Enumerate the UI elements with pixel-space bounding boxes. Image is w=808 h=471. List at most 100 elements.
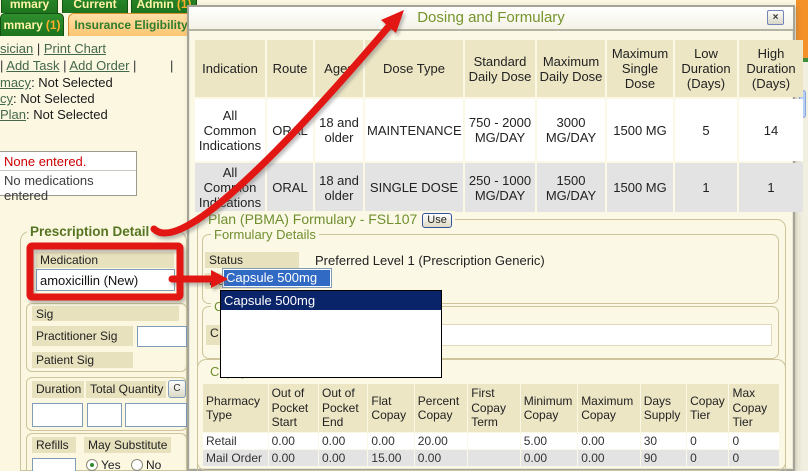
tab-label: Current bbox=[73, 0, 116, 11]
column-header: Maximum Single Dose bbox=[607, 40, 673, 97]
print-chart-link[interactable]: Print Chart bbox=[44, 41, 106, 56]
cell: SINGLE DOSE bbox=[365, 163, 463, 212]
cell: 0 bbox=[729, 450, 779, 466]
tab-insurance-eligibility[interactable]: Insurance Eligibility bbox=[68, 13, 194, 36]
cell: 1 bbox=[675, 163, 737, 212]
cell: 0 bbox=[729, 433, 779, 449]
use-button[interactable]: Use bbox=[422, 213, 452, 228]
allergy-status: cy: Not Selected bbox=[0, 91, 95, 106]
patient-sig-label: Patient Sig bbox=[32, 352, 133, 368]
column-header: Minimum Copay bbox=[521, 384, 577, 432]
cell: 1500 MG bbox=[607, 99, 673, 161]
column-header: Out of Pocket End bbox=[319, 384, 367, 432]
copay-table: Pharmacy TypeOut of Pocket StartOut of P… bbox=[202, 383, 780, 467]
cell bbox=[468, 450, 519, 466]
physician-link[interactable]: sician bbox=[0, 41, 33, 56]
duration-label: Duration bbox=[32, 381, 84, 398]
cell: 0.00 bbox=[269, 450, 318, 466]
status-value: Preferred Level 1 (Prescription Generic) bbox=[315, 253, 545, 268]
cell bbox=[468, 433, 519, 449]
cell: ORAL bbox=[267, 99, 313, 161]
tab-label: Admin bbox=[136, 0, 173, 11]
strength-dropdown-list: Capsule 500mg bbox=[220, 290, 442, 378]
radio-label: No bbox=[146, 458, 161, 471]
strength-combobox[interactable]: Capsule 500mg bbox=[222, 268, 332, 288]
column-header: Standard Daily Dose bbox=[465, 40, 535, 97]
cell: 15.00 bbox=[368, 450, 413, 466]
window-title: Dosing and Formulary bbox=[189, 7, 793, 29]
substitute-yes-radio[interactable]: Yes bbox=[86, 458, 121, 471]
total-quantity-label: Total Quantity bbox=[86, 381, 166, 398]
add-order-link[interactable]: Add Order bbox=[69, 58, 129, 73]
quantity-unit-input[interactable] bbox=[125, 403, 187, 427]
plan-formulary-legend: Plan (PBMA) Formulary - FSL107 Use bbox=[205, 211, 455, 228]
cell: Retail bbox=[203, 433, 268, 449]
tab-summary[interactable]: mmary (1) bbox=[0, 13, 64, 36]
cell: 250 - 1000 MG/DAY bbox=[465, 163, 535, 212]
alerts-box: None entered. No medications entered bbox=[0, 151, 137, 196]
prescription-detail-legend: Prescription Detail bbox=[27, 224, 152, 239]
column-header: Dose Type bbox=[365, 40, 463, 97]
practitioner-sig-input[interactable] bbox=[137, 326, 187, 347]
cell: 0 bbox=[687, 450, 728, 466]
close-icon[interactable]: × bbox=[767, 10, 784, 25]
cell: 0 bbox=[687, 433, 728, 449]
duration-input[interactable] bbox=[32, 403, 83, 427]
pharmacy-status: macy: Not Selected bbox=[0, 75, 113, 90]
may-substitute-label: May Substitute bbox=[84, 437, 171, 453]
cell: 90 bbox=[641, 450, 686, 466]
plan-formulary-title: Plan (PBMA) Formulary - FSL107 bbox=[208, 211, 417, 227]
tab-label: Insurance Eligibility bbox=[74, 18, 187, 32]
column-header: Maximum Daily Dose bbox=[537, 40, 605, 97]
add-task-link[interactable]: Add Task bbox=[6, 58, 59, 73]
dosing-table: IndicationRouteAgesDose TypeStandard Dai… bbox=[193, 38, 805, 214]
window-titlebar: Dosing and Formulary × bbox=[189, 7, 793, 31]
refills-input[interactable] bbox=[32, 458, 76, 471]
medications-alert-text: No medications entered bbox=[0, 171, 136, 203]
cell: 5.00 bbox=[521, 433, 577, 449]
cell: All Common Indications bbox=[195, 163, 265, 212]
radio-icon bbox=[131, 459, 143, 471]
copay-header-row: Pharmacy TypeOut of Pocket StartOut of P… bbox=[203, 384, 779, 432]
table-row: Retail0.000.000.0020.005.000.003000 bbox=[203, 433, 779, 449]
cell: 0.00 bbox=[368, 433, 413, 449]
strength-option[interactable]: Capsule 500mg bbox=[221, 291, 441, 310]
cell: All Common Indications bbox=[195, 99, 265, 161]
tab-label: mmary bbox=[10, 0, 49, 11]
status-text: : Not Selected bbox=[31, 75, 113, 90]
cell: 1500 MG/DAY bbox=[537, 163, 605, 212]
table-row: All Common IndicationsORAL18 and olderMA… bbox=[195, 99, 803, 161]
substitute-no-radio[interactable]: No bbox=[131, 458, 161, 471]
cell: 30 bbox=[641, 433, 686, 449]
cell: 20.00 bbox=[415, 433, 467, 449]
column-header: Days Supply bbox=[641, 384, 686, 432]
quantity-calc-button[interactable]: C bbox=[168, 380, 186, 398]
radio-label: Yes bbox=[101, 458, 121, 471]
total-quantity-input[interactable] bbox=[87, 403, 122, 427]
radio-icon bbox=[86, 459, 98, 471]
screen: { "colors": { "accent_red": "#E21713", "… bbox=[0, 0, 808, 471]
table-row: Mail Order0.000.0015.000.000.000.009000 bbox=[203, 450, 779, 466]
cell: 3000 MG/DAY bbox=[537, 99, 605, 161]
pharmacy-link[interactable]: macy bbox=[0, 75, 31, 90]
allergy-link[interactable]: cy bbox=[0, 91, 13, 106]
plan-link[interactable]: Plan bbox=[0, 107, 26, 122]
allergy-alert-text: None entered. bbox=[0, 152, 136, 171]
column-header: Low Duration (Days) bbox=[675, 40, 737, 97]
tab-current[interactable]: Current bbox=[62, 0, 128, 13]
status-text: : Not Selected bbox=[26, 107, 108, 122]
medication-input[interactable] bbox=[36, 269, 175, 291]
separator: | bbox=[33, 41, 44, 56]
column-header: Percent Copay bbox=[415, 384, 467, 432]
dosing-formulary-window: Dosing and Formulary × IndicationRouteAg… bbox=[187, 5, 795, 471]
tab-summary-top[interactable]: mmary bbox=[1, 0, 58, 13]
column-header: Out of Pocket Start bbox=[269, 384, 318, 432]
tab-badge: (1) bbox=[46, 18, 61, 32]
cell: 0.00 bbox=[578, 433, 640, 449]
cell: 750 - 2000 MG/DAY bbox=[465, 99, 535, 161]
dosing-header-row: IndicationRouteAgesDose TypeStandard Dai… bbox=[195, 40, 803, 97]
cell: 0.00 bbox=[415, 450, 467, 466]
status-label: Status bbox=[205, 252, 299, 268]
cell: 5 bbox=[675, 99, 737, 161]
cell: ORAL bbox=[267, 163, 313, 212]
